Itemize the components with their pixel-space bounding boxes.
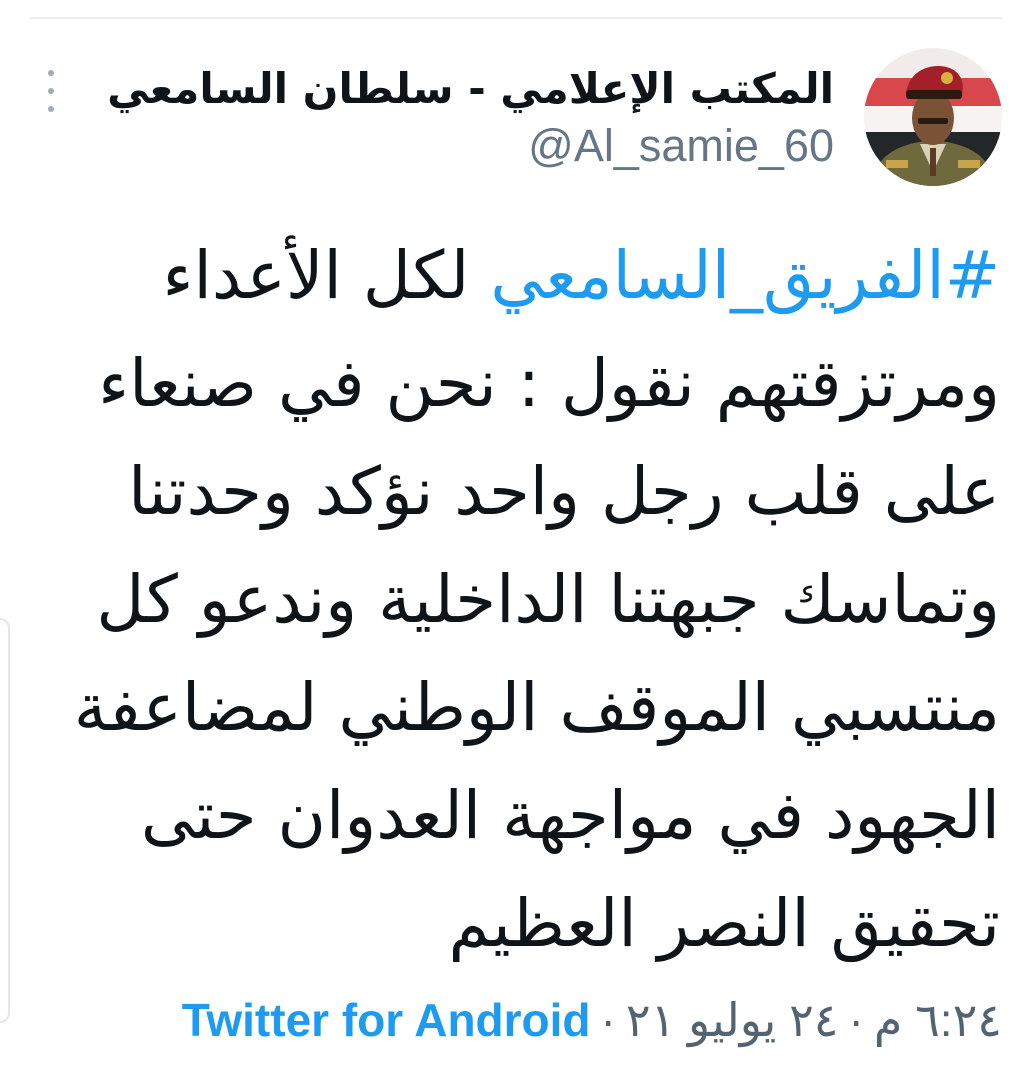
hashtag-link[interactable]: #الفريق_السامعي <box>490 237 1000 314</box>
meta-separator: · <box>600 994 616 1046</box>
avatar-image <box>864 48 1002 186</box>
tweet-line: تحقيق النصر العظيم <box>448 885 1000 962</box>
tweet-source-link[interactable]: Twitter for Android <box>182 994 591 1046</box>
more-dot <box>48 106 54 112</box>
author-handle[interactable]: @Al_samie_60 <box>107 118 834 174</box>
tweet-time[interactable]: ٦:٢٤ م <box>874 994 1002 1046</box>
scroll-edge <box>0 618 10 1023</box>
more-dot <box>48 88 54 94</box>
tweet-line: ومرتزقتهم نقول : نحن في صنعاء <box>98 345 1000 422</box>
tweet-line: #الفريق_السامعي لكل الأعداء <box>40 222 1000 330</box>
tweet-text: #الفريق_السامعي لكل الأعداء ومرتزقتهم نق… <box>40 222 1000 978</box>
more-dot <box>48 70 54 76</box>
more-vertical-icon[interactable] <box>36 70 66 112</box>
tweet-header: المكتب الإعلامي - سلطان السامعي @Al_sami… <box>107 60 834 174</box>
tweet-line: وتماسك جبهتنا الداخلية وندعو كل <box>96 561 1000 638</box>
profile-photo-icon[interactable] <box>864 48 1002 186</box>
tweet-line: الجهود في مواجهة العدوان حتى <box>140 777 1000 854</box>
author-display-name[interactable]: المكتب الإعلامي - سلطان السامعي <box>107 60 834 118</box>
tweet-line: منتسبي الموقف الوطني لمضاعفة <box>73 669 1000 746</box>
top-divider <box>30 17 1002 19</box>
meta-separator: · <box>848 994 864 1046</box>
tweet-meta: ٦:٢٤ م·٢٤ يوليو ٢١·Twitter for Android <box>150 988 1002 1052</box>
tweet-date[interactable]: ٢٤ يوليو ٢١ <box>626 994 839 1046</box>
tweet-line-text: لكل الأعداء <box>162 237 491 314</box>
tweet-line: على قلب رجل واحد نؤكد وحدتنا <box>128 453 1000 530</box>
